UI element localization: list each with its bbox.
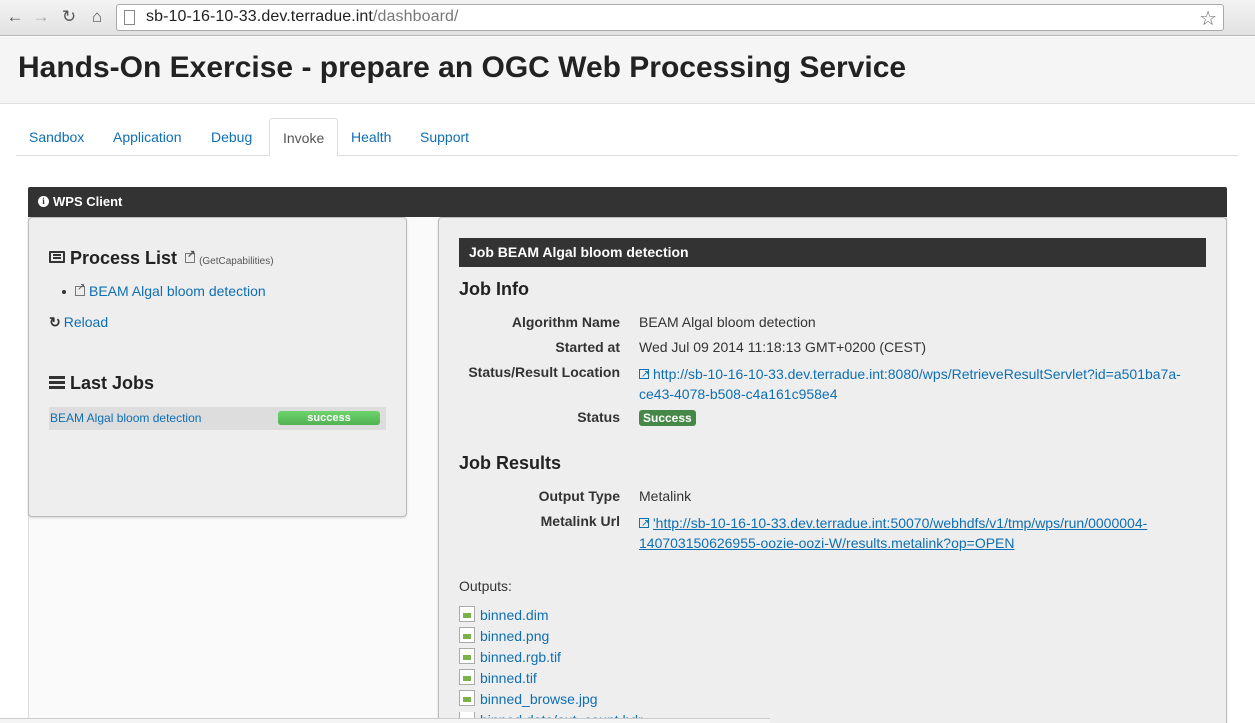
- job-results-heading: Job Results: [459, 453, 562, 473]
- image-icon: [459, 648, 475, 665]
- wps-client-header: i WPS Client: [28, 187, 1227, 217]
- location-line-1[interactable]: http://sb-10-16-10-33.dev.terradue.int:8…: [653, 366, 1181, 382]
- tab-sandbox[interactable]: Sandbox: [16, 118, 97, 156]
- home-icon[interactable]: ⌂: [86, 6, 108, 28]
- last-jobs-heading: Last Jobs: [49, 373, 154, 394]
- process-item-link[interactable]: BEAM Algal bloom detection: [89, 283, 266, 299]
- tab-health[interactable]: Health: [338, 118, 404, 156]
- started-label: Started at: [555, 339, 620, 355]
- status-badge: Success: [639, 410, 696, 426]
- tab-bar: Sandbox Application Debug Invoke Health …: [16, 118, 1238, 157]
- process-item[interactable]: BEAM Algal bloom detection: [75, 282, 266, 299]
- location-label: Status/Result Location: [468, 364, 620, 380]
- metalink-label: Metalink Url: [540, 513, 620, 529]
- url-path: /dashboard/: [372, 8, 459, 25]
- job-name[interactable]: BEAM Algal bloom detection: [50, 411, 201, 425]
- bullet: [62, 290, 66, 294]
- output-type-label: Output Type: [538, 488, 620, 504]
- output-link[interactable]: binned_browse.jpg: [480, 691, 598, 707]
- url-host: sb-10-16-10-33.dev.terradue.int: [146, 8, 373, 25]
- image-icon: [459, 690, 475, 707]
- output-link[interactable]: binned.tif: [480, 670, 537, 686]
- output-item[interactable]: binned_browse.jpg: [459, 690, 598, 708]
- horizontal-scrollbar[interactable]: [0, 718, 770, 723]
- refresh-icon: ↻: [49, 314, 61, 330]
- output-item[interactable]: binned.dim: [459, 606, 549, 624]
- page-icon: [124, 10, 135, 25]
- last-jobs-title: Last Jobs: [70, 373, 155, 393]
- tab-invoke[interactable]: Invoke: [269, 118, 339, 157]
- output-link[interactable]: binned.dim: [480, 607, 549, 623]
- address-bar[interactable]: sb-10-16-10-33.dev.terradue.int/dashboar…: [116, 4, 1224, 31]
- location-line-2[interactable]: ce43-4078-b508-c4a161c958e4: [639, 386, 838, 402]
- job-row[interactable]: BEAM Algal bloom detection success: [49, 407, 386, 430]
- info-icon: i: [38, 196, 49, 208]
- image-icon: [459, 627, 475, 644]
- status-label: Status: [577, 409, 620, 425]
- image-icon: [459, 669, 475, 686]
- bookmark-star-icon[interactable]: ☆: [1199, 6, 1217, 31]
- metalink-line-2[interactable]: 140703150626955-oozie-oozi-W/results.met…: [639, 535, 1015, 551]
- output-type-value: Metalink: [639, 488, 692, 504]
- metalink-link[interactable]: 'http://sb-10-16-10-33.dev.terradue.int:…: [639, 513, 1147, 553]
- server-icon: [49, 375, 65, 389]
- algorithm-value: BEAM Algal bloom detection: [639, 314, 816, 330]
- page-title: Hands-On Exercise - prepare an OGC Web P…: [18, 51, 907, 84]
- external-link-icon: [75, 282, 85, 297]
- output-link[interactable]: binned.png: [480, 628, 549, 644]
- list-icon: [49, 251, 65, 264]
- external-link-icon: [639, 365, 649, 385]
- process-list-heading: Process List (GetCapabilities): [49, 248, 274, 269]
- getcapabilities-link[interactable]: (GetCapabilities): [199, 256, 273, 267]
- browser-toolbar: ← → ↻ ⌂ sb-10-16-10-33.dev.terradue.int/…: [0, 0, 1255, 36]
- forward-arrow-icon[interactable]: →: [30, 6, 52, 28]
- process-list-title: Process List: [70, 248, 178, 268]
- outputs-label: Outputs:: [459, 578, 512, 594]
- site-header: Hands-On Exercise - prepare an OGC Web P…: [0, 37, 1255, 104]
- status-value: Success: [639, 409, 696, 426]
- reload-link[interactable]: Reload: [64, 314, 108, 330]
- external-link-icon: [639, 514, 649, 534]
- back-arrow-icon[interactable]: ←: [4, 6, 26, 28]
- tab-application[interactable]: Application: [100, 118, 195, 156]
- output-item[interactable]: binned.rgb.tif: [459, 648, 561, 666]
- started-value: Wed Jul 09 2014 11:18:13 GMT+0200 (CEST): [639, 339, 927, 355]
- external-link-icon[interactable]: [185, 249, 195, 264]
- tab-support[interactable]: Support: [407, 118, 482, 156]
- wps-client-title: WPS Client: [53, 194, 123, 209]
- url-text: sb-10-16-10-33.dev.terradue.int/dashboar…: [146, 8, 459, 26]
- algorithm-label: Algorithm Name: [511, 314, 620, 330]
- job-header: Job BEAM Algal bloom detection: [459, 238, 1206, 267]
- reload-button[interactable]: ↻ Reload: [49, 314, 108, 331]
- tab-debug[interactable]: Debug: [198, 118, 265, 156]
- metalink-line-1[interactable]: 'http://sb-10-16-10-33.dev.terradue.int:…: [653, 515, 1147, 531]
- output-item[interactable]: binned.png: [459, 627, 549, 645]
- job-status-bar: success: [278, 411, 380, 425]
- reload-icon[interactable]: ↻: [58, 6, 80, 28]
- image-icon: [459, 606, 475, 623]
- location-link[interactable]: http://sb-10-16-10-33.dev.terradue.int:8…: [639, 364, 1181, 404]
- output-link[interactable]: binned.rgb.tif: [480, 649, 561, 665]
- output-item[interactable]: binned.tif: [459, 669, 537, 687]
- job-info-heading: Job Info: [459, 279, 529, 299]
